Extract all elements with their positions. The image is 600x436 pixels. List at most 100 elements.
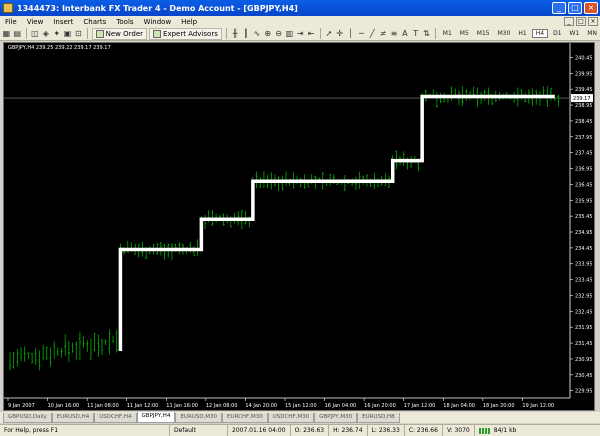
menu-charts[interactable]: Charts: [78, 18, 111, 26]
connection-icon: [478, 427, 491, 434]
timeframe-m5[interactable]: M5: [457, 30, 472, 37]
navigator-icon[interactable]: ✦: [52, 28, 61, 39]
toolbar-separator: [319, 28, 321, 39]
price-tick-label: 231.45: [575, 341, 593, 347]
new-order-icon: [95, 29, 104, 38]
tab-eurusd-m30[interactable]: EURUSD,M30: [175, 413, 223, 423]
vertical-line-icon[interactable]: │: [346, 28, 355, 39]
menu-window[interactable]: Window: [139, 18, 177, 26]
price-tick-label: 230.45: [575, 373, 593, 379]
text-tool-icon[interactable]: A: [400, 28, 409, 39]
crosshair-icon[interactable]: ✛: [335, 28, 344, 39]
timeframe-m15[interactable]: M15: [474, 30, 493, 37]
new-chart-icon[interactable]: ▦: [2, 28, 11, 39]
timeframe-m30[interactable]: M30: [495, 30, 514, 37]
candlestick-icon[interactable]: ┃: [242, 28, 251, 39]
zoom-out-icon[interactable]: ⊖: [274, 28, 283, 39]
time-tick-label: 11 Jan 12:00: [127, 403, 159, 409]
time-tick-label: 19 Jan 12:00: [522, 403, 554, 409]
terminal-icon[interactable]: ▣: [63, 28, 72, 39]
menu-insert[interactable]: Insert: [48, 18, 78, 26]
label-tool-icon[interactable]: T: [411, 28, 420, 39]
price-tick-label: 234.45: [575, 246, 593, 252]
price-tick-label: 229.95: [575, 389, 593, 395]
timeframe-w1[interactable]: W1: [567, 30, 583, 37]
time-tick-label: 12 Jan 08:00: [206, 403, 238, 409]
time-tick-label: 11 Jan 08:00: [87, 403, 119, 409]
tab-eurusd-h8[interactable]: EURUSD,H8: [357, 413, 400, 423]
tab-gbpjpy-m30[interactable]: GBPJPY,M30: [314, 413, 358, 423]
price-chart[interactable]: 240.45 239.95 239.45 238.95 238.45 237.95 237.…: [4, 43, 594, 410]
close-button[interactable]: ×: [584, 2, 598, 14]
fibonacci-icon[interactable]: ≡: [390, 28, 399, 39]
tab-eurusd-h4[interactable]: EURUSD,H4: [51, 413, 95, 423]
tile-windows-icon[interactable]: ▥: [285, 28, 294, 39]
arrows-icon[interactable]: ⇅: [422, 28, 431, 39]
price-tick-label: 239.45: [575, 87, 593, 93]
tab-usdchf-m30[interactable]: USDCHF,M30: [267, 413, 315, 423]
trendline-icon[interactable]: ╱: [368, 28, 377, 39]
tab-usdchf-h4[interactable]: USDCHF,H4: [94, 413, 137, 423]
price-tick-label: 233.45: [575, 278, 593, 284]
child-close-button[interactable]: ×: [588, 17, 598, 26]
time-tick-label: 16 Jan 04:00: [325, 403, 357, 409]
expert-advisors-icon: [153, 29, 162, 38]
menu-tools[interactable]: Tools: [111, 18, 138, 26]
profiles-icon[interactable]: ▤: [13, 28, 22, 39]
price-tick-label: 236.45: [575, 182, 593, 188]
timeframe-d1[interactable]: D1: [550, 30, 564, 37]
timeframe-mn[interactable]: MN: [584, 30, 600, 37]
app-icon: [3, 3, 13, 13]
time-tick-label: 17 Jan 12:00: [404, 403, 436, 409]
price-tick-label: 238.45: [575, 119, 593, 125]
chart-shift-icon[interactable]: ⇤: [307, 28, 316, 39]
status-profile: Default: [170, 425, 228, 436]
menu-view[interactable]: View: [22, 18, 49, 26]
status-help: For Help, press F1: [0, 425, 170, 436]
timeframe-h1[interactable]: H1: [515, 30, 529, 37]
menu-file[interactable]: File: [0, 18, 22, 26]
current-price-label: 239.17: [573, 96, 591, 102]
timeframe-m1[interactable]: M1: [440, 30, 455, 37]
toolbar-separator: [25, 28, 27, 39]
menu-help[interactable]: Help: [176, 18, 202, 26]
title-bar: 1344473: Interbank FX Trader 4 - Demo Ac…: [0, 0, 600, 16]
tester-icon[interactable]: ⊡: [74, 28, 83, 39]
line-chart-icon[interactable]: ∿: [252, 28, 261, 39]
new-order-label: New Order: [105, 29, 144, 38]
tab-gbpjpy-h4[interactable]: GBPJPY,H4: [136, 412, 176, 423]
price-tick-label: 235.45: [575, 214, 593, 220]
price-tick-label: 236.95: [575, 167, 593, 173]
chart-window[interactable]: 240.45 239.95 239.45 238.95 238.45 237.95 237.…: [3, 42, 595, 411]
bar-chart-icon[interactable]: ╫: [231, 28, 240, 39]
child-maximize-button[interactable]: □: [576, 17, 586, 26]
price-tick-label: 235.95: [575, 198, 593, 204]
maximize-button[interactable]: □: [568, 2, 582, 14]
chart-info-label: GBPJPY,H4 239.25 239.22 239.17 239.17: [8, 45, 111, 51]
status-volume: V: 3070: [443, 425, 475, 436]
minimize-button[interactable]: _: [552, 2, 566, 14]
autoscroll-icon[interactable]: ⇥: [296, 28, 305, 39]
tab-gbpusd-daily[interactable]: GBPUSD,Daily: [3, 413, 52, 423]
price-tick-label: 231.95: [575, 325, 593, 331]
cursor-icon[interactable]: ➚: [324, 28, 333, 39]
child-minimize-button[interactable]: _: [564, 17, 574, 26]
price-tick-label: 240.45: [575, 55, 593, 61]
status-open: O: 236.63: [291, 425, 330, 436]
toolbar-separator: [86, 28, 88, 39]
timeframe-h4[interactable]: H4: [531, 29, 549, 38]
data-window-icon[interactable]: ◈: [41, 28, 50, 39]
channel-icon[interactable]: ≠: [379, 28, 388, 39]
expert-advisors-label: Expert Advisors: [163, 29, 218, 38]
toolbar-separator: [225, 28, 227, 39]
time-tick-label: 18 Jan 04:00: [443, 403, 475, 409]
zoom-in-icon[interactable]: ⊕: [263, 28, 272, 39]
horizontal-line-icon[interactable]: ─: [357, 28, 366, 39]
expert-advisors-button[interactable]: Expert Advisors: [149, 27, 222, 40]
price-tick-label: 234.95: [575, 230, 593, 236]
tab-eurchf-m30[interactable]: EURCHF,M30: [222, 413, 268, 423]
market-watch-icon[interactable]: ◫: [31, 28, 40, 39]
status-high: H: 236.74: [329, 425, 368, 436]
status-traffic-label: 84/1 kb: [493, 427, 517, 434]
new-order-button[interactable]: New Order: [91, 27, 148, 40]
